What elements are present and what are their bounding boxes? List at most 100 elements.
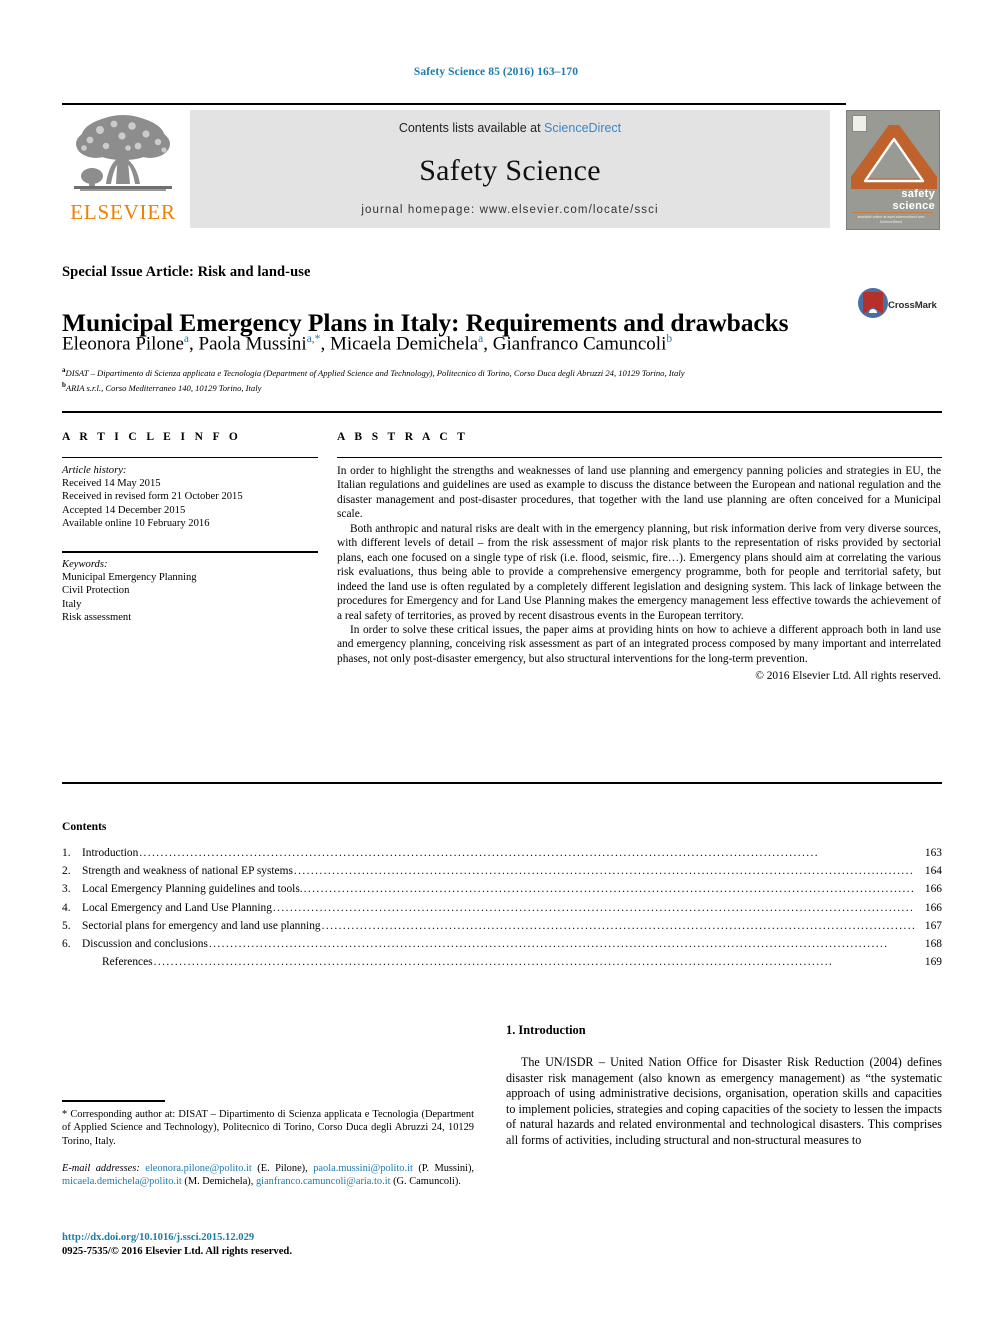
abstract-header: A B S T R A C T bbox=[337, 431, 469, 443]
crossmark-label: CrossMark bbox=[888, 300, 937, 311]
journal-masthead: Contents lists available at ScienceDirec… bbox=[190, 110, 830, 228]
introduction-body: The UN/ISDR – United Nation Office for D… bbox=[506, 1055, 942, 1149]
abstract-paragraph: In order to solve these critical issues,… bbox=[337, 623, 941, 665]
doi-link[interactable]: http://dx.doi.org/10.1016/j.ssci.2015.12… bbox=[62, 1231, 474, 1245]
crossmark-badge[interactable]: CrossMark bbox=[856, 286, 942, 326]
email-person: (G. Camuncoli). bbox=[393, 1176, 461, 1188]
toc-page-number: 166 bbox=[924, 901, 942, 914]
cover-divider bbox=[853, 212, 933, 213]
toc-leader: ........................................… bbox=[321, 919, 915, 932]
toc-label: Introduction bbox=[82, 847, 139, 859]
history-item: Accepted 14 December 2015 bbox=[62, 504, 186, 516]
author-affiliation-mark: a bbox=[183, 333, 189, 345]
toc-leader: ........................................… bbox=[208, 937, 889, 950]
article-info-header: A R T I C L E I N F O bbox=[62, 431, 242, 443]
toc-leader: ........................................… bbox=[303, 883, 915, 896]
introduction-heading: 1. Introduction bbox=[506, 1023, 586, 1037]
elsevier-logo: ELSEVIER bbox=[62, 110, 184, 228]
keywords-block: Keywords: Municipal Emergency Planning C… bbox=[62, 558, 322, 624]
list-item[interactable]: 3. Local Emergency Planning guidelines a… bbox=[62, 883, 942, 901]
email-person: (E. Pilone), bbox=[257, 1163, 308, 1174]
email-person: (M. Demichela), bbox=[184, 1176, 254, 1188]
toc-page-number: 169 bbox=[924, 956, 942, 969]
author-name: Micaela Demichela bbox=[329, 333, 479, 355]
toc-leader: ........................................… bbox=[293, 865, 915, 878]
email-link[interactable]: eleonora.pilone@polito.it bbox=[145, 1163, 252, 1174]
author-list: Eleonora Pilonea, Paola Mussinia,*, Mica… bbox=[62, 333, 673, 355]
keyword-item: Risk assessment bbox=[62, 611, 132, 623]
email-link[interactable]: gianfranco.camuncoli@aria.to.it bbox=[256, 1176, 391, 1187]
affiliation-text: ARIA s.r.l., Corso Mediterraneo 140, 101… bbox=[65, 383, 262, 394]
doi-block: http://dx.doi.org/10.1016/j.ssci.2015.12… bbox=[62, 1231, 474, 1259]
list-item[interactable]: References .............................… bbox=[62, 956, 942, 974]
list-item[interactable]: 6. Discussion and conclusions ..........… bbox=[62, 938, 942, 956]
toc-page-number: 168 bbox=[924, 937, 942, 950]
toc-leader: ........................................… bbox=[139, 847, 819, 859]
list-item[interactable]: 1. Introduction ........................… bbox=[62, 847, 942, 865]
introduction-paragraph: The UN/ISDR – United Nation Office for D… bbox=[506, 1055, 942, 1147]
abstract-copyright: © 2016 Elsevier Ltd. All rights reserved… bbox=[755, 670, 941, 683]
article-history: Article history: Received 14 May 2015 Re… bbox=[62, 464, 322, 530]
cover-title-line2: science bbox=[892, 199, 935, 212]
author-affiliation-mark: a bbox=[478, 333, 484, 345]
abstract-body: In order to highlight the strengths and … bbox=[337, 464, 941, 684]
toc-label: Sectorial plans for emergency and land u… bbox=[82, 919, 321, 932]
contents-available-line: Contents lists available at ScienceDirec… bbox=[190, 121, 830, 135]
toc-page-number: 167 bbox=[924, 919, 942, 932]
toc-label: References bbox=[102, 956, 153, 969]
cover-footer-text: available online at www.sciencedirect.co… bbox=[857, 215, 925, 224]
crossmark-icon bbox=[858, 288, 888, 318]
toc-number: 6. bbox=[62, 937, 71, 950]
corresponding-author-note: * Corresponding author at: DISAT – Dipar… bbox=[62, 1109, 474, 1147]
abstract-paragraph: Both anthropic and natural risks are dea… bbox=[337, 522, 941, 622]
toc-leader: ........................................… bbox=[153, 956, 834, 969]
toc-number: 5. bbox=[62, 919, 71, 932]
issn-copyright: 0925-7535/© 2016 Elsevier Ltd. All right… bbox=[62, 1246, 292, 1257]
journal-homepage[interactable]: journal homepage: www.elsevier.com/locat… bbox=[190, 204, 830, 216]
abstract-top-rule bbox=[62, 411, 942, 413]
keyword-item: Italy bbox=[62, 598, 82, 610]
toc-number: 3. bbox=[62, 883, 71, 896]
abstract-bottom-rule bbox=[62, 782, 942, 784]
article-history-label: Article history: bbox=[62, 465, 127, 476]
footnote-rule bbox=[62, 1100, 165, 1102]
contents-heading: Contents bbox=[62, 820, 107, 833]
toc-label: Discussion and conclusions bbox=[82, 937, 208, 950]
journal-title: Safety Science bbox=[419, 154, 601, 187]
sciencedirect-link[interactable]: ScienceDirect bbox=[544, 121, 621, 135]
author-name: Paola Mussini bbox=[198, 333, 307, 355]
email-addresses-note: E-mail addresses: eleonora.pilone@polito… bbox=[62, 1162, 474, 1189]
article-page: Safety Science 85 (2016) 163–170 ELSEVIE… bbox=[0, 0, 992, 1323]
table-of-contents: 1. Introduction ........................… bbox=[62, 847, 942, 974]
toc-label: Local Emergency and Land Use Planning bbox=[82, 901, 272, 914]
email-link[interactable]: micaela.demichela@polito.it bbox=[62, 1176, 182, 1187]
list-item[interactable]: 4. Local Emergency and Land Use Planning… bbox=[62, 902, 942, 920]
list-item[interactable]: 5. Sectorial plans for emergency and lan… bbox=[62, 920, 942, 938]
special-issue-label: Special Issue Article: Risk and land-use bbox=[62, 264, 311, 280]
cover-title-line1: safety bbox=[901, 188, 935, 200]
toc-label: Local Emergency Planning guidelines and … bbox=[82, 883, 303, 896]
toc-page-number: 166 bbox=[924, 883, 942, 896]
contents-prefix: Contents lists available at bbox=[398, 121, 545, 135]
affiliation-text: DISAT – Dipartimento di Scienza applicat… bbox=[65, 367, 685, 378]
running-head: Safety Science 85 (2016) 163–170 bbox=[413, 66, 579, 78]
email-addresses-label: E-mail addresses: bbox=[62, 1163, 140, 1174]
abstract-paragraph: In order to highlight the strengths and … bbox=[337, 465, 941, 521]
email-link[interactable]: paola.mussini@polito.it bbox=[313, 1163, 413, 1174]
keywords-rule bbox=[62, 551, 318, 553]
toc-page-number: 163 bbox=[924, 847, 942, 859]
cover-title: safety science bbox=[847, 188, 935, 212]
abstract-underline bbox=[337, 457, 942, 458]
history-item: Received in revised form 21 October 2015 bbox=[62, 491, 243, 503]
email-person: (P. Mussini), bbox=[418, 1163, 474, 1174]
author-affiliation-mark: b bbox=[666, 333, 673, 345]
keyword-item: Civil Protection bbox=[62, 585, 130, 597]
author-name: Gianfranco Camuncoli bbox=[492, 333, 667, 355]
toc-number: 1. bbox=[62, 847, 71, 859]
history-item: Available online 10 February 2016 bbox=[62, 517, 210, 529]
cover-triangle-icon bbox=[851, 125, 937, 189]
list-item[interactable]: 2. Strength and weakness of national EP … bbox=[62, 865, 942, 883]
article-info-underline bbox=[62, 457, 318, 458]
affiliation-item: bARIA s.r.l., Corso Mediterraneo 140, 10… bbox=[62, 379, 942, 394]
keywords-label: Keywords: bbox=[62, 559, 108, 570]
